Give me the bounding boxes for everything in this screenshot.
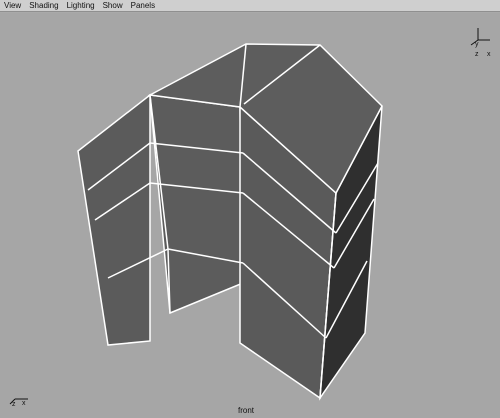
- menu-view[interactable]: View: [4, 0, 21, 12]
- axis-x-label: x: [487, 51, 491, 58]
- 3d-viewport[interactable]: front y x z z x: [0, 13, 500, 418]
- viewport-menu-bar: View Shading Lighting Show Panels: [0, 0, 500, 12]
- front-face: [149, 94, 244, 315]
- menu-panels[interactable]: Panels: [131, 0, 155, 12]
- axis-z-label: z: [475, 51, 479, 58]
- menu-lighting[interactable]: Lighting: [67, 0, 95, 12]
- polygon-mesh[interactable]: [77, 43, 383, 401]
- maya-viewport-app: View Shading Lighting Show Panels front …: [0, 0, 500, 418]
- axis-z-label-bottom: z: [12, 401, 16, 408]
- axis-x-label-bottom: x: [22, 400, 26, 407]
- scene-svg: [9, 28, 490, 405]
- camera-name-label: front: [238, 406, 255, 415]
- axis-y-label: y: [475, 41, 479, 48]
- left-face: [77, 93, 151, 346]
- axis-gizmo-top-right: [470, 28, 490, 46]
- menu-show[interactable]: Show: [103, 0, 123, 12]
- menu-shading[interactable]: Shading: [29, 0, 58, 12]
